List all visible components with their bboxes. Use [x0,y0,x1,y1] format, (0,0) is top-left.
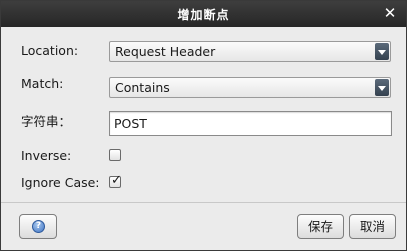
match-dropdown[interactable]: Contains [109,77,391,98]
chevron-down-icon[interactable] [375,43,389,60]
dialog-title: 增加断点 [177,8,230,22]
add-breakpoint-dialog: 增加断点 ✕ Location: Request Header Match: C… [0,0,407,251]
location-selected-value: Request Header [115,44,216,59]
ignore-case-checkbox[interactable]: ✓ [109,173,122,188]
help-icon: ? [32,220,45,233]
footer-divider [1,202,406,203]
close-icon[interactable]: ✕ [382,5,398,21]
cancel-button[interactable]: 取消 [349,214,396,239]
save-button[interactable]: 保存 [297,214,344,239]
inverse-label: Inverse: [21,148,72,163]
string-label: 字符串： [21,114,72,129]
string-input[interactable]: POST [109,111,392,136]
checkmark-icon: ✓ [111,173,122,188]
match-selected-value: Contains [115,80,170,95]
inverse-checkbox[interactable] [109,149,121,161]
location-label: Location: [21,43,79,58]
match-label: Match: [21,76,64,91]
title-bar[interactable]: 增加断点 ✕ [1,1,406,27]
location-dropdown[interactable]: Request Header [109,41,391,62]
ignore-case-label: Ignore Case: [21,175,100,190]
chevron-down-icon[interactable] [375,79,389,96]
help-button[interactable]: ? [19,214,57,239]
